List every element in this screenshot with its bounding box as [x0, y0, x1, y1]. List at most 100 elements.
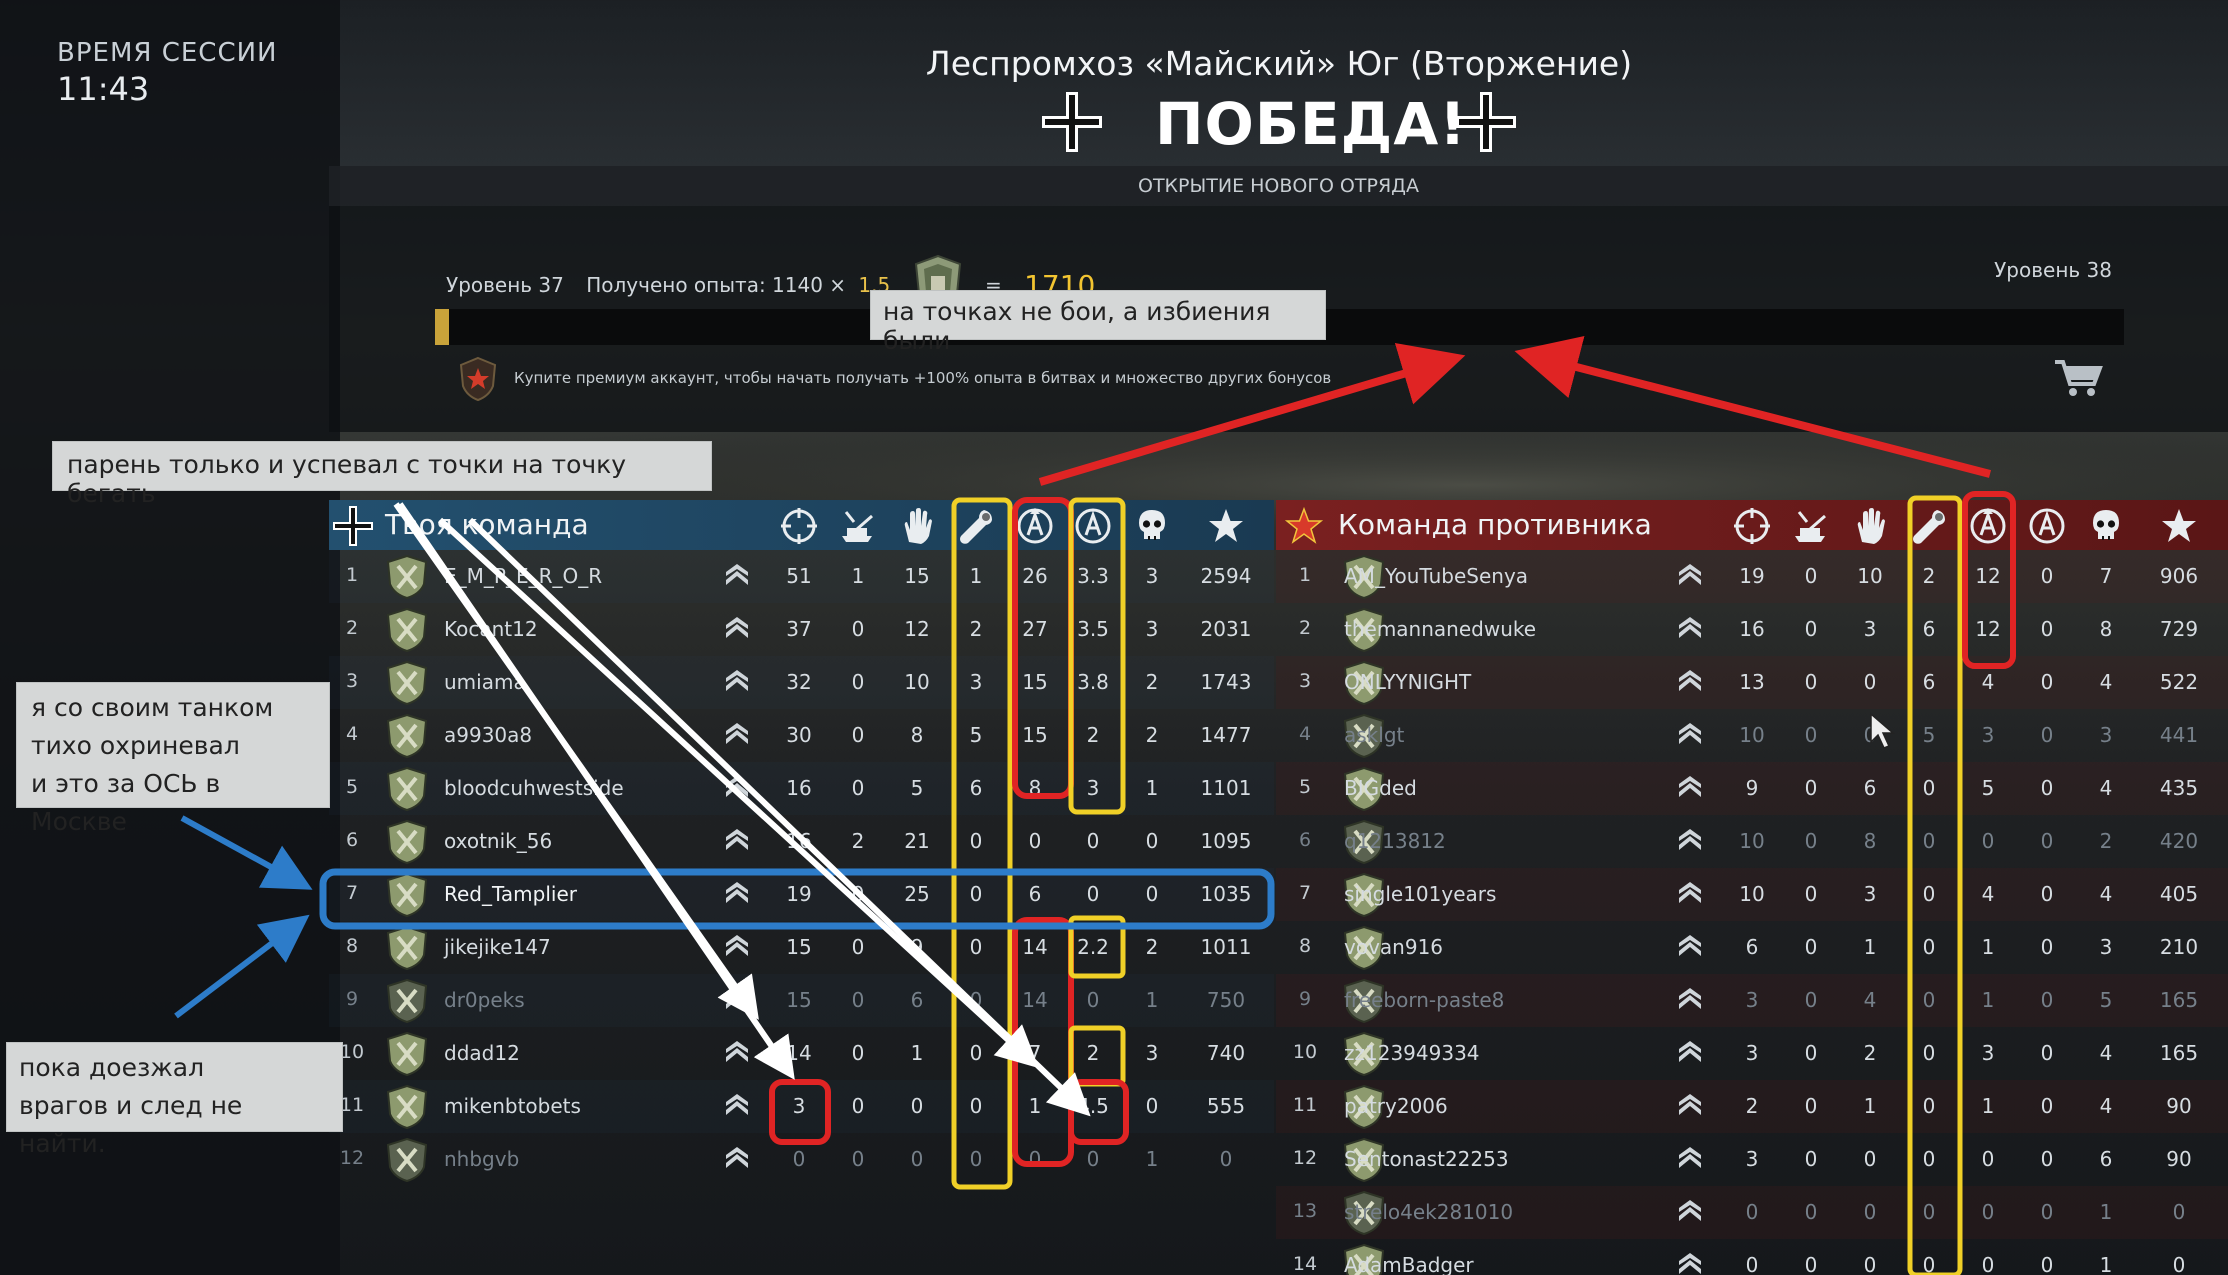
stat-skull: 6 — [2099, 1147, 2113, 1171]
stat-star: 0 — [2172, 1200, 2186, 1224]
stat-wrench: 0 — [969, 1041, 983, 1065]
player-name[interactable]: BIGded — [1344, 776, 1417, 800]
stat-tank-kill: 0 — [851, 935, 865, 959]
stat-skull: 8 — [2099, 617, 2113, 641]
table-row[interactable]: 3 umiama 32 0 10 3 15 3.8 2 1743 — [329, 656, 1274, 709]
stat-tank-kill: 0 — [1804, 564, 1818, 588]
shopping-cart-icon[interactable] — [2053, 356, 2103, 400]
stat-hand-assist: 3 — [1863, 882, 1877, 906]
player-name[interactable]: AdamBadger — [1344, 1253, 1474, 1275]
player-name[interactable]: jikejike147 — [444, 935, 551, 959]
player-name[interactable]: bloodcuhwestside — [444, 776, 624, 800]
wrench-icon — [1909, 506, 1949, 546]
stat-capture-defense: 3.8 — [1077, 670, 1109, 694]
star-icon — [2159, 506, 2199, 546]
player-name[interactable]: zz123949334 — [1344, 1041, 1480, 1065]
table-row[interactable]: 12 Sentonast22253 3 0 0 0 0 0 6 90 — [1276, 1133, 2228, 1186]
stat-capture-attack: 4 — [1981, 882, 1995, 906]
table-row[interactable]: 1 E_M_P_E_R_O_R 51 1 15 1 26 3.3 3 2594 — [329, 550, 1274, 603]
stat-tank-kill: 0 — [1804, 1147, 1818, 1171]
stat-wrench: 3 — [969, 670, 983, 694]
player-name[interactable]: strelo4ek281010 — [1344, 1200, 1513, 1224]
player-name[interactable]: oxotnik_56 — [444, 829, 552, 853]
rank-chevron-icon — [1676, 721, 1704, 749]
player-name[interactable]: Kocant12 — [444, 617, 538, 641]
player-name[interactable]: nhbgvb — [444, 1147, 519, 1171]
table-row[interactable]: 3 ONLYYNIGHT 13 0 0 6 4 0 4 522 — [1276, 656, 2228, 709]
table-row[interactable]: 1 AM_YouTubeSenya 19 0 10 2 12 0 7 906 — [1276, 550, 2228, 603]
stat-capture-attack: 1 — [1028, 1094, 1042, 1118]
player-name[interactable]: freeborn-paste8 — [1344, 988, 1504, 1012]
stat-crosshair: 0 — [1745, 1200, 1759, 1224]
player-name[interactable]: Red_Tamplier — [444, 882, 577, 906]
table-row[interactable]: 4 asklgt 10 0 0 5 3 0 3 441 — [1276, 709, 2228, 762]
player-name[interactable]: asklgt — [1344, 723, 1404, 747]
stat-capture-attack: 14 — [1022, 988, 1048, 1012]
stat-hand-assist: 8 — [910, 723, 924, 747]
stat-capture-attack: 0 — [1028, 829, 1042, 853]
player-name[interactable]: patry2006 — [1344, 1094, 1448, 1118]
table-row[interactable]: 8 jikejike147 15 0 9 0 14 2.2 2 1011 — [329, 921, 1274, 974]
table-row[interactable]: 7 single101years 10 0 3 0 4 0 4 405 — [1276, 868, 2228, 921]
table-row[interactable]: 10 zz123949334 3 0 2 0 3 0 4 165 — [1276, 1027, 2228, 1080]
stat-hand-assist: 5 — [910, 776, 924, 800]
table-row[interactable]: 4 a9930a8 30 0 8 5 15 2 2 1477 — [329, 709, 1274, 762]
stat-skull: 3 — [1145, 564, 1159, 588]
stat-skull: 2 — [2099, 829, 2113, 853]
stat-crosshair: 32 — [786, 670, 812, 694]
row-rank-number: 3 — [345, 670, 359, 692]
rank-chevron-icon — [1676, 986, 1704, 1014]
xp-received: Получено опыта: 1140 × — [586, 273, 847, 297]
table-row[interactable]: 9 freeborn-paste8 3 0 4 0 1 0 5 165 — [1276, 974, 2228, 1027]
stat-capture-defense: 0 — [2040, 1253, 2054, 1275]
player-name[interactable]: Sentonast22253 — [1344, 1147, 1509, 1171]
table-row[interactable]: 6 oxotnik_56 16 2 21 0 0 0 0 1095 — [329, 815, 1274, 868]
table-row[interactable]: 2 Kocant12 37 0 12 2 27 3.5 3 2031 — [329, 603, 1274, 656]
player-name[interactable]: themannanedwuke — [1344, 617, 1536, 641]
player-name[interactable]: umiama — [444, 670, 526, 694]
stat-wrench: 6 — [969, 776, 983, 800]
player-name[interactable]: ddad12 — [444, 1041, 520, 1065]
stat-star: 1095 — [1200, 829, 1252, 853]
current-level: Уровень 37 — [446, 273, 564, 297]
table-row[interactable]: 11 mikenbtobets 3 0 0 0 1 4.5 0 555 — [329, 1080, 1274, 1133]
stat-hand-assist: 12 — [904, 617, 930, 641]
squad-avatar-icon — [385, 713, 429, 759]
player-name[interactable]: mikenbtobets — [444, 1094, 581, 1118]
stat-star: 1011 — [1200, 935, 1252, 959]
player-name[interactable]: dr0peks — [444, 988, 525, 1012]
table-row[interactable]: 11 patry2006 2 0 1 0 1 0 4 90 — [1276, 1080, 2228, 1133]
player-name[interactable]: single101years — [1344, 882, 1496, 906]
player-name[interactable]: AM_YouTubeSenya — [1344, 564, 1528, 588]
squad-avatar-icon — [385, 766, 429, 812]
table-row[interactable]: 12 nhbgvb 0 0 0 0 0 0 1 0 — [329, 1133, 1274, 1186]
stat-star: 2031 — [1200, 617, 1252, 641]
table-row[interactable]: 7 Red_Tamplier 19 0 25 0 6 0 0 1035 — [329, 868, 1274, 921]
stat-skull: 7 — [2099, 564, 2113, 588]
table-row[interactable]: 10 ddad12 14 0 1 0 7 2 3 740 — [329, 1027, 1274, 1080]
player-name[interactable]: vovan916 — [1344, 935, 1443, 959]
row-rank-number: 11 — [1292, 1094, 1318, 1116]
player-name[interactable]: q1213812 — [1344, 829, 1446, 853]
table-row[interactable]: 9 dr0peks 15 0 6 0 14 0 1 750 — [329, 974, 1274, 1027]
stat-tank-kill: 0 — [1804, 617, 1818, 641]
table-row[interactable]: 14 AdamBadger 0 0 0 0 0 0 1 0 — [1276, 1239, 2228, 1275]
my-team-title: Твоя команда — [385, 508, 589, 541]
stat-capture-attack: 3 — [1981, 723, 1995, 747]
table-row[interactable]: 2 themannanedwuke 16 0 3 6 12 0 8 729 — [1276, 603, 2228, 656]
table-row[interactable]: 6 q1213812 10 0 8 0 0 0 2 420 — [1276, 815, 2228, 868]
table-row[interactable]: 5 bloodcuhwestside 16 0 5 6 8 3 1 1101 — [329, 762, 1274, 815]
stat-crosshair: 10 — [1739, 829, 1765, 853]
player-name[interactable]: a9930a8 — [444, 723, 532, 747]
table-row[interactable]: 5 BIGded 9 0 6 0 5 0 4 435 — [1276, 762, 2228, 815]
player-name[interactable]: ONLYYNIGHT — [1344, 670, 1471, 694]
stat-tank-kill: 0 — [1804, 670, 1818, 694]
row-rank-number: 14 — [1292, 1253, 1318, 1275]
player-name[interactable]: E_M_P_E_R_O_R — [444, 564, 602, 588]
stat-hand-assist: 6 — [910, 988, 924, 1012]
crosshair-icon — [779, 506, 819, 546]
table-row[interactable]: 13 strelo4ek281010 0 0 0 0 0 0 1 0 — [1276, 1186, 2228, 1239]
stat-star: 740 — [1206, 1041, 1246, 1065]
stat-tank-kill: 0 — [1804, 723, 1818, 747]
table-row[interactable]: 8 vovan916 6 0 1 0 1 0 3 210 — [1276, 921, 2228, 974]
